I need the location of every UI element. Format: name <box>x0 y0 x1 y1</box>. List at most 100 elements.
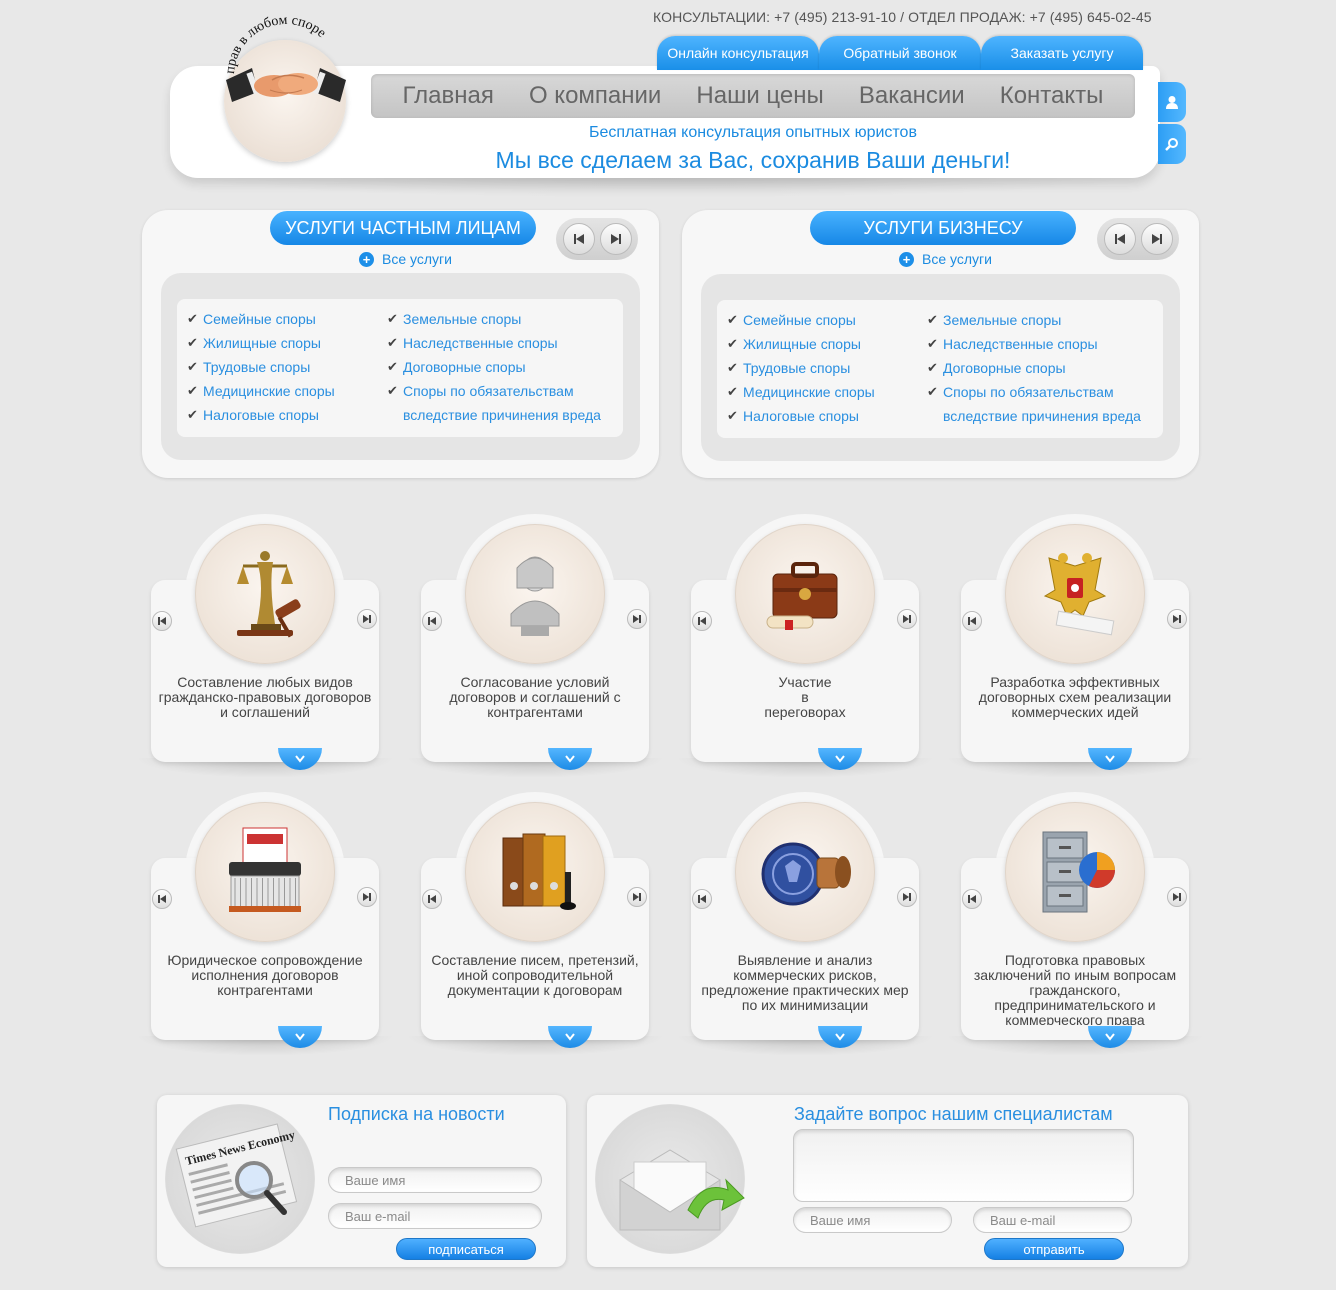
check-icon: ✔ <box>727 408 738 423</box>
card-prev-button[interactable] <box>692 611 712 631</box>
skip-forward-icon <box>633 615 641 623</box>
card-description: Участие в переговорах <box>764 675 846 720</box>
service-link[interactable]: ✔ Трудовые споры <box>727 360 875 376</box>
nav-prices[interactable]: Наши цены <box>696 82 823 110</box>
subscribe-button[interactable]: подписаться <box>396 1238 536 1260</box>
search-button[interactable] <box>1158 124 1186 164</box>
send-question-button[interactable]: отправить <box>984 1238 1124 1260</box>
check-icon: ✔ <box>387 359 398 374</box>
skip-back-icon <box>428 895 436 903</box>
check-icon: ✔ <box>727 360 738 375</box>
card-description: Подготовка правовых заключений по иным в… <box>973 953 1177 1025</box>
card-prev-button[interactable] <box>962 889 982 909</box>
service-link[interactable]: ✔ Споры по обязательствам <box>387 383 601 399</box>
card-next-button[interactable] <box>1167 609 1187 629</box>
check-icon: ✔ <box>187 407 198 422</box>
logo-text: прав в любом споре <box>223 14 329 74</box>
card-prev-button[interactable] <box>422 889 442 909</box>
card-next-button[interactable] <box>627 609 647 629</box>
check-icon: ✔ <box>927 312 938 327</box>
next-button[interactable] <box>1140 223 1173 255</box>
service-link[interactable]: ✔ Налоговые споры <box>187 407 335 423</box>
card-prev-button[interactable] <box>152 611 172 631</box>
chevron-down-icon <box>1105 755 1115 763</box>
service-link[interactable]: ✔ Споры по обязательствам <box>927 384 1141 400</box>
nav-contacts[interactable]: Контакты <box>1000 82 1104 110</box>
question-textarea[interactable] <box>793 1129 1134 1202</box>
card-prev-button[interactable] <box>152 889 172 909</box>
header-shadow <box>170 176 1160 198</box>
subscribe-email-input[interactable] <box>328 1203 542 1229</box>
prev-button[interactable] <box>1103 223 1136 255</box>
card-image-circle <box>195 524 335 664</box>
card-next-button[interactable] <box>1167 887 1187 907</box>
login-button[interactable] <box>1158 82 1186 122</box>
card-next-button[interactable] <box>357 609 377 629</box>
skip-back-icon <box>158 617 166 625</box>
user-icon <box>1166 96 1178 109</box>
card-next-button[interactable] <box>627 887 647 907</box>
service-link[interactable]: ✔ Земельные споры <box>927 312 1141 328</box>
card-description: Юридическое сопровождение исполнения дог… <box>167 953 363 998</box>
tab-callback[interactable]: Обратный звонок <box>819 36 981 70</box>
nav-vacancies[interactable]: Вакансии <box>859 82 965 110</box>
service-link[interactable]: ✔ Наследственные споры <box>387 335 601 351</box>
card-next-button[interactable] <box>897 887 917 907</box>
service-link[interactable]: ✔ Медицинские споры <box>187 383 335 399</box>
tab-online-consultation[interactable]: Онлайн консультация <box>657 36 819 70</box>
chevron-down-icon <box>565 755 575 763</box>
skip-forward-icon <box>610 234 621 244</box>
service-link[interactable]: ✔ Жилищные споры <box>727 336 875 352</box>
service-link[interactable]: ✔ Медицинские споры <box>727 384 875 400</box>
service-link[interactable]: ✔ Налоговые споры <box>727 408 875 424</box>
card-prev-button[interactable] <box>422 611 442 631</box>
list-col-2: ✔ Земельные споры ✔ Наследственные споры ✔… <box>927 312 1141 424</box>
nav-home[interactable]: Главная <box>403 82 494 110</box>
envelope-icon <box>619 1149 745 1231</box>
service-link[interactable]: ✔ Жилищные споры <box>187 335 335 351</box>
newspaper-icon: Times News Economy <box>175 1123 298 1228</box>
check-icon: ✔ <box>727 384 738 399</box>
ask-name-input[interactable] <box>793 1207 952 1233</box>
nav-about[interactable]: О компании <box>529 82 661 110</box>
all-services-link[interactable]: + Все услуги <box>899 251 992 267</box>
service-link[interactable]: ✔ Семейные споры <box>187 311 335 327</box>
service-link[interactable]: ✔ Трудовые споры <box>187 359 335 375</box>
skip-forward-icon <box>1173 893 1181 901</box>
card-description: Выявление и анализ коммерческих рисков, … <box>701 953 909 1013</box>
private-pager <box>556 218 638 260</box>
chevron-down-icon <box>835 755 845 763</box>
service-link[interactable]: ✔ Семейные споры <box>727 312 875 328</box>
prev-button[interactable] <box>562 223 595 255</box>
skip-forward-icon <box>1173 615 1181 623</box>
chevron-down-icon <box>1105 1033 1115 1041</box>
skip-back-icon <box>968 895 976 903</box>
service-link[interactable]: ✔ Договорные споры <box>387 359 601 375</box>
ask-email-input[interactable] <box>973 1207 1132 1233</box>
service-link-continued[interactable]: вследствие причинения вреда <box>927 408 1141 424</box>
service-link[interactable]: ✔ Договорные споры <box>927 360 1141 376</box>
private-services-title: УСЛУГИ ЧАСТНЫМ ЛИЦАМ <box>270 211 536 245</box>
subscribe-name-input[interactable] <box>328 1167 542 1193</box>
service-link[interactable]: ✔ Наследственные споры <box>927 336 1141 352</box>
skip-back-icon <box>158 895 166 903</box>
judge-bust-icon <box>487 544 583 645</box>
check-icon: ✔ <box>727 312 738 327</box>
card-prev-button[interactable] <box>692 889 712 909</box>
skip-forward-icon <box>363 615 371 623</box>
skip-back-icon <box>1114 234 1125 244</box>
skip-back-icon <box>698 895 706 903</box>
next-button[interactable] <box>599 223 632 255</box>
card-next-button[interactable] <box>357 887 377 907</box>
private-services-list: ✔ Семейные споры ✔ Жилищные споры ✔ Трудовы… <box>161 273 640 460</box>
card-prev-button[interactable] <box>962 611 982 631</box>
card-next-button[interactable] <box>897 609 917 629</box>
skip-forward-icon <box>1151 234 1162 244</box>
check-icon: ✔ <box>927 336 938 351</box>
service-link-continued[interactable]: вследствие причинения вреда <box>387 407 601 423</box>
contacts-phones: КОНСУЛЬТАЦИИ: +7 (495) 213-91-10 / ОТДЕЛ… <box>653 9 1152 25</box>
card-description: Составление любых видов гражданско-право… <box>158 675 372 720</box>
tab-order-service[interactable]: Заказать услугу <box>981 36 1143 70</box>
all-services-link[interactable]: + Все услуги <box>359 251 452 267</box>
service-link[interactable]: ✔ Земельные споры <box>387 311 601 327</box>
